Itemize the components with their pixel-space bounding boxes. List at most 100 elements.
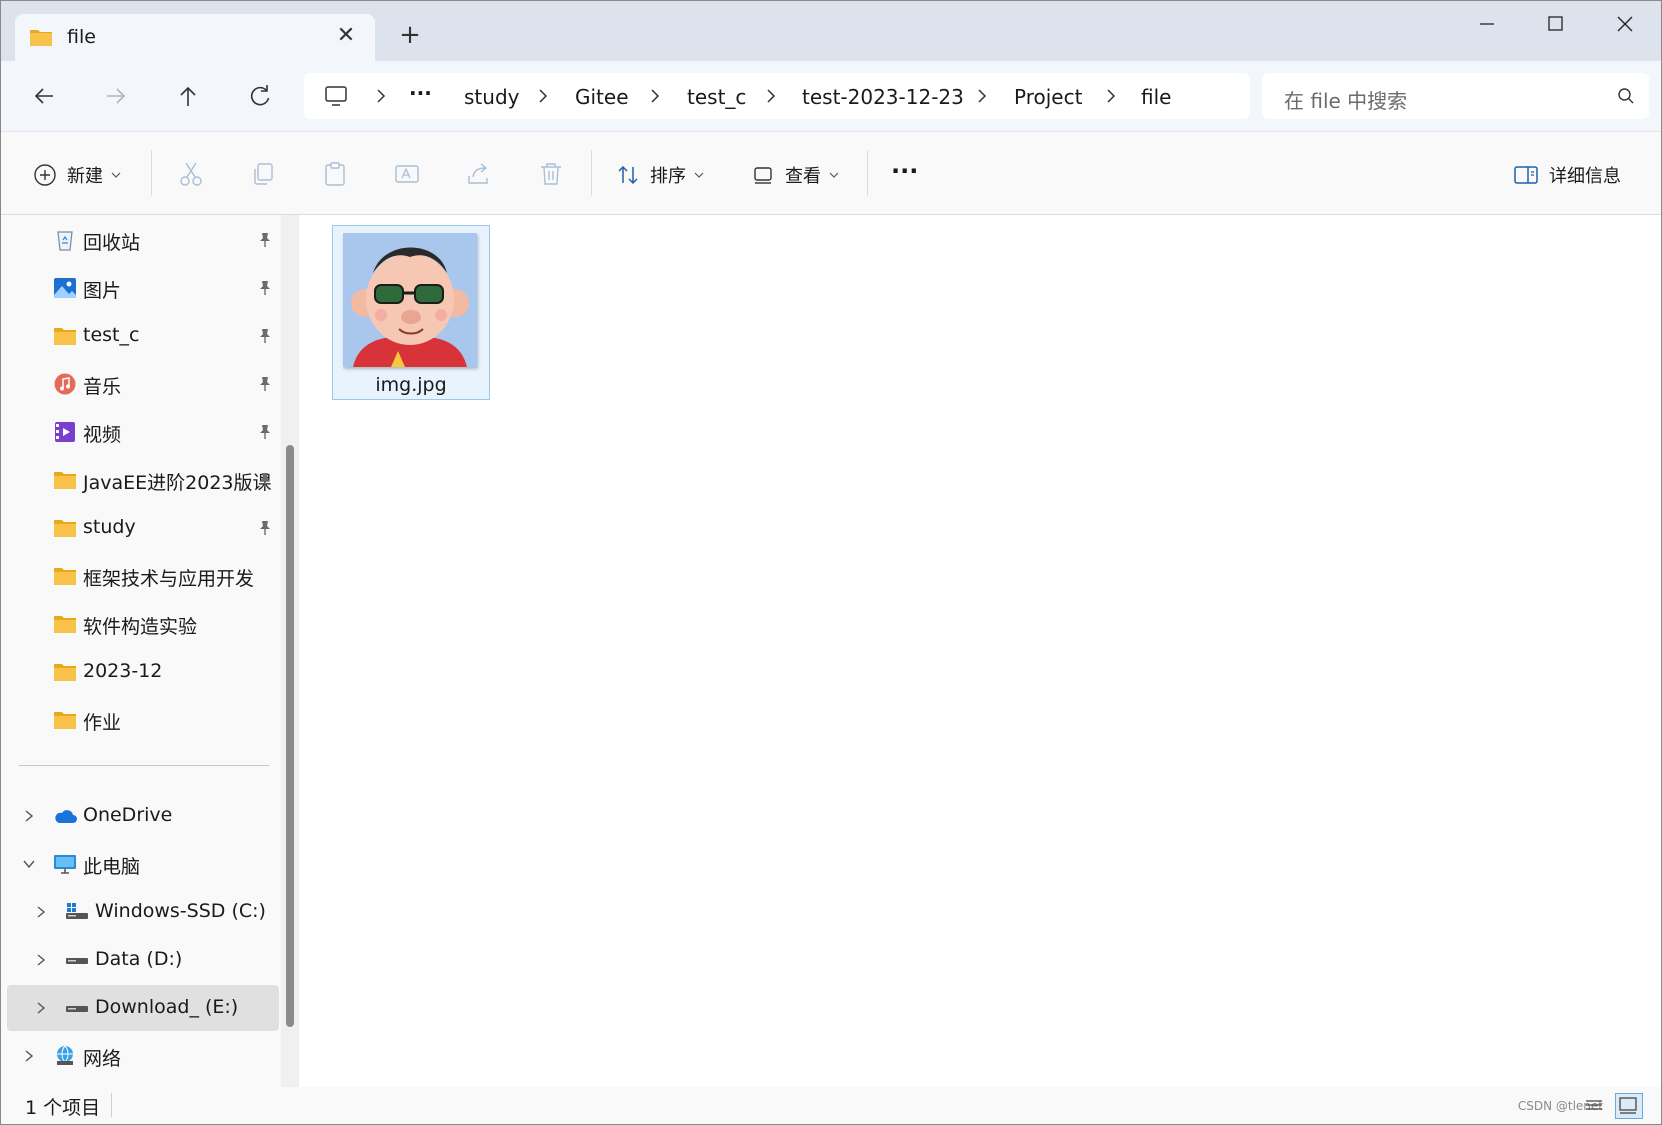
computer-icon[interactable]: [324, 84, 348, 108]
breadcrumb-item[interactable]: test_c: [687, 85, 746, 109]
plus-circle-icon: [34, 164, 56, 186]
pictures-icon: [54, 278, 76, 298]
back-button[interactable]: [29, 81, 59, 111]
more-options-button[interactable]: ···: [891, 156, 918, 186]
sidebar-item-this-pc[interactable]: 此电脑: [7, 841, 279, 887]
sidebar-item-onedrive[interactable]: OneDrive: [7, 793, 279, 839]
paste-icon[interactable]: [321, 160, 349, 188]
chevron-right-icon[interactable]: [21, 807, 37, 825]
details-view-button[interactable]: [1581, 1093, 1607, 1117]
chevron-right-icon[interactable]: [764, 86, 778, 106]
breadcrumb-item[interactable]: Project: [1014, 85, 1082, 109]
sidebar-item-videos[interactable]: 视频: [7, 409, 279, 455]
chevron-right-icon[interactable]: [374, 86, 388, 106]
sidebar-item-label: Windows-SSD (C:): [95, 900, 266, 922]
folder-icon: [54, 328, 76, 345]
chevron-right-icon[interactable]: [1104, 86, 1118, 106]
sidebar-item-label: JavaEE进阶2023版课: [83, 472, 272, 494]
navigation-pane: 回收站 图片 test_c 音乐 视频 JavaEE进阶2023版课 study…: [1, 215, 283, 1087]
maximize-button[interactable]: [1531, 11, 1579, 37]
details-pane-button[interactable]: 详细信息: [1513, 160, 1621, 190]
rename-icon[interactable]: [393, 160, 421, 188]
pin-icon[interactable]: [257, 375, 273, 393]
windows-drive-icon: [66, 903, 88, 919]
file-list[interactable]: img.jpg: [299, 215, 1661, 1087]
chevron-down-icon: [694, 172, 704, 178]
sort-button[interactable]: 排序: [616, 160, 704, 190]
chevron-down-icon[interactable]: [21, 855, 37, 873]
thumbnail-view-button[interactable]: [1615, 1093, 1643, 1119]
sidebar-item-javaee[interactable]: JavaEE进阶2023版课: [7, 457, 279, 503]
chevron-right-icon[interactable]: [33, 903, 49, 921]
sidebar-item-homework[interactable]: 作业: [7, 697, 279, 743]
search-placeholder[interactable]: 在 file 中搜索: [1284, 85, 1407, 114]
toolbar-divider: [591, 150, 592, 196]
sidebar-item-framework[interactable]: 框架技术与应用开发: [7, 553, 279, 599]
pin-icon[interactable]: [257, 423, 273, 441]
breadcrumb-item[interactable]: study: [464, 85, 519, 109]
refresh-button[interactable]: [245, 81, 275, 111]
new-tab-button[interactable]: +: [396, 21, 424, 49]
minimize-button[interactable]: [1463, 11, 1511, 37]
pin-icon[interactable]: [257, 519, 273, 537]
sidebar-item-network[interactable]: 网络: [7, 1033, 279, 1079]
chevron-right-icon[interactable]: [975, 86, 989, 106]
breadcrumb-item[interactable]: Gitee: [575, 85, 629, 109]
sidebar-item-label: 作业: [83, 712, 122, 734]
folder-icon: [54, 712, 76, 729]
breadcrumb-overflow[interactable]: ···: [409, 81, 432, 105]
close-icon: [1617, 16, 1633, 32]
chevron-right-icon[interactable]: [33, 951, 49, 969]
sidebar-item-study[interactable]: study: [7, 505, 279, 551]
up-button[interactable]: [173, 81, 203, 111]
delete-icon[interactable]: [537, 160, 565, 188]
sidebar-item-windows-ssd[interactable]: Windows-SSD (C:): [7, 889, 279, 935]
file-item[interactable]: img.jpg: [332, 225, 490, 400]
breadcrumb-current[interactable]: file: [1141, 85, 1171, 109]
sidebar-item-recycle-bin[interactable]: 回收站: [7, 217, 279, 263]
forward-button[interactable]: [101, 81, 131, 111]
chevron-down-icon: [111, 172, 121, 178]
toolbar-divider: [867, 150, 868, 196]
view-button[interactable]: 查看: [751, 160, 839, 190]
drive-icon: [66, 958, 88, 964]
address-bar[interactable]: ··· study Gitee test_c test-2023-12-23 P…: [304, 73, 1250, 119]
pin-icon[interactable]: [257, 327, 273, 345]
tab-file[interactable]: file ✕: [15, 14, 375, 61]
recycle-bin-icon: [57, 231, 73, 251]
sidebar-scrollbar[interactable]: [286, 445, 294, 1027]
pin-icon[interactable]: [257, 279, 273, 297]
more-options-icon: ···: [891, 157, 919, 185]
view-label: 查看: [785, 166, 821, 187]
sidebar-item-data-d[interactable]: Data (D:): [7, 937, 279, 983]
new-button[interactable]: 新建: [33, 160, 121, 190]
chevron-right-icon[interactable]: [33, 999, 49, 1017]
copy-icon[interactable]: [249, 160, 277, 188]
sidebar-item-label: 音乐: [83, 376, 122, 398]
sidebar-item-label: test_c: [83, 324, 140, 346]
list-view-icon: [1586, 1100, 1602, 1110]
sidebar-item-pictures[interactable]: 图片: [7, 265, 279, 311]
tab-close-icon[interactable]: ✕: [333, 23, 359, 49]
sidebar-item-label: 视频: [83, 424, 122, 446]
sidebar-item-2023-12[interactable]: 2023-12: [7, 649, 279, 695]
pin-icon[interactable]: [257, 471, 273, 489]
share-icon[interactable]: [465, 160, 493, 188]
cut-icon[interactable]: [177, 160, 205, 188]
sidebar-item-music[interactable]: 音乐: [7, 361, 279, 407]
chevron-right-icon[interactable]: [648, 86, 662, 106]
search-icon[interactable]: [1617, 87, 1635, 105]
title-bar: file ✕ +: [1, 1, 1661, 61]
sidebar-divider: [19, 765, 269, 766]
arrow-right-icon: [107, 88, 126, 104]
sidebar-item-label: 框架技术与应用开发: [83, 568, 255, 590]
search-box[interactable]: 在 file 中搜索: [1262, 73, 1649, 119]
sidebar-item-software-lab[interactable]: 软件构造实验: [7, 601, 279, 647]
sidebar-item-test-c[interactable]: test_c: [7, 313, 279, 359]
breadcrumb-item[interactable]: test-2023-12-23: [802, 85, 964, 109]
close-window-button[interactable]: [1601, 11, 1649, 37]
chevron-right-icon[interactable]: [21, 1047, 37, 1065]
pin-icon[interactable]: [257, 231, 273, 249]
sidebar-item-download-e[interactable]: Download_ (E:): [7, 985, 279, 1031]
chevron-right-icon[interactable]: [536, 86, 550, 106]
